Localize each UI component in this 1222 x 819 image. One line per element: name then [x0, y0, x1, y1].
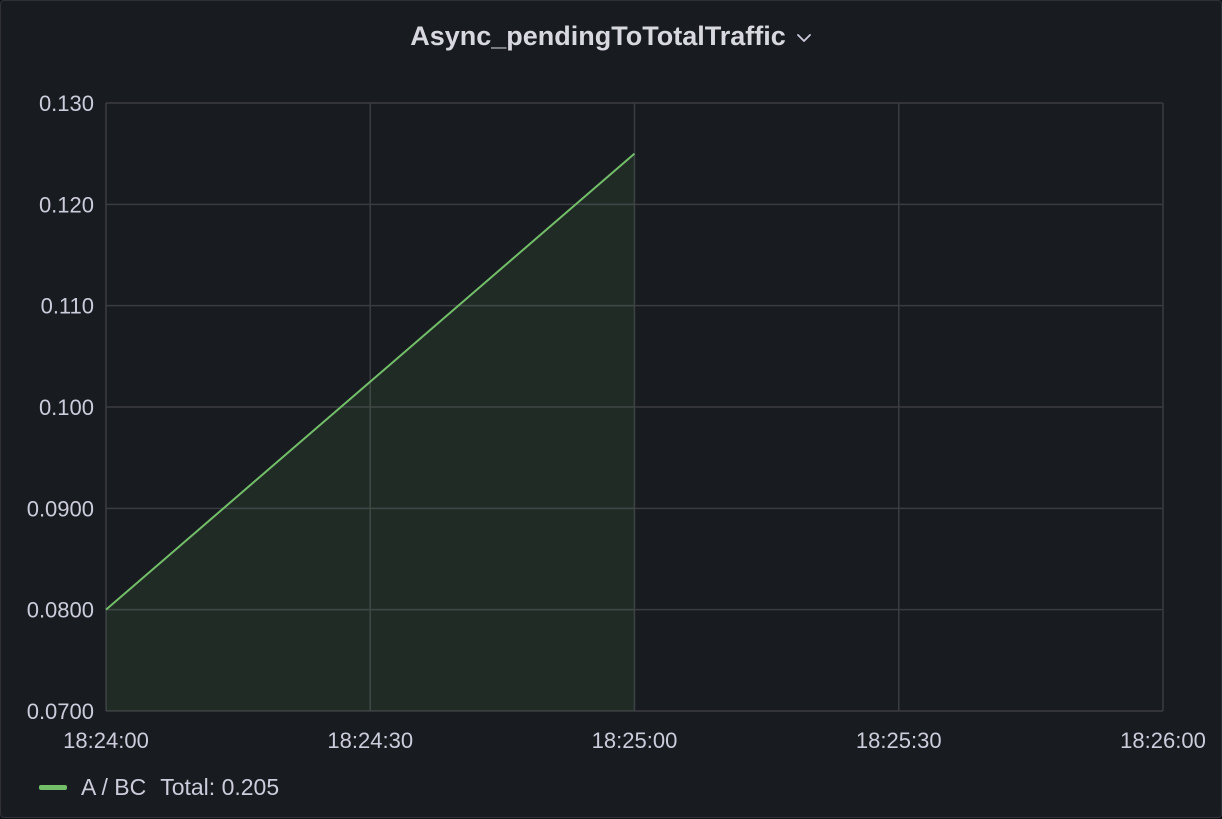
- x-tick-label: 18:24:30: [327, 728, 413, 753]
- chart-panel: 0.0700 0.0800 0.0900 0.100 0.110 0.120 0.130 1…: [0, 0, 1222, 818]
- y-tick-label: 0.130: [39, 91, 94, 116]
- x-axis: 18:24:00 18:24:30 18:25:00 18:25:30 18:26:00: [63, 728, 1206, 753]
- legend-series-label[interactable]: A / BC: [81, 774, 146, 801]
- y-tick-label: 0.0700: [27, 699, 94, 724]
- x-tick-label: 18:25:30: [856, 728, 942, 753]
- y-tick-label: 0.110: [41, 294, 94, 319]
- chevron-down-icon[interactable]: [796, 33, 812, 43]
- y-tick-label: 0.0900: [27, 496, 94, 521]
- legend-series-swatch[interactable]: [39, 785, 67, 790]
- legend-total-value: Total: 0.205: [160, 774, 279, 801]
- x-tick-label: 18:26:00: [1120, 728, 1206, 753]
- y-tick-label: 0.0800: [27, 598, 94, 623]
- y-axis: 0.0700 0.0800 0.0900 0.100 0.110 0.120 0.130: [27, 91, 94, 724]
- y-tick-label: 0.120: [39, 192, 94, 217]
- x-tick-label: 18:24:00: [63, 728, 149, 753]
- panel-header[interactable]: Async_pendingToTotalTraffic: [1, 15, 1221, 57]
- panel-title[interactable]: Async_pendingToTotalTraffic: [410, 21, 786, 52]
- chart-canvas: 0.0700 0.0800 0.0900 0.100 0.110 0.120 0.130 1…: [1, 1, 1222, 819]
- y-tick-label: 0.100: [39, 395, 94, 420]
- legend[interactable]: A / BC Total: 0.205: [39, 771, 279, 803]
- x-tick-label: 18:25:00: [592, 728, 678, 753]
